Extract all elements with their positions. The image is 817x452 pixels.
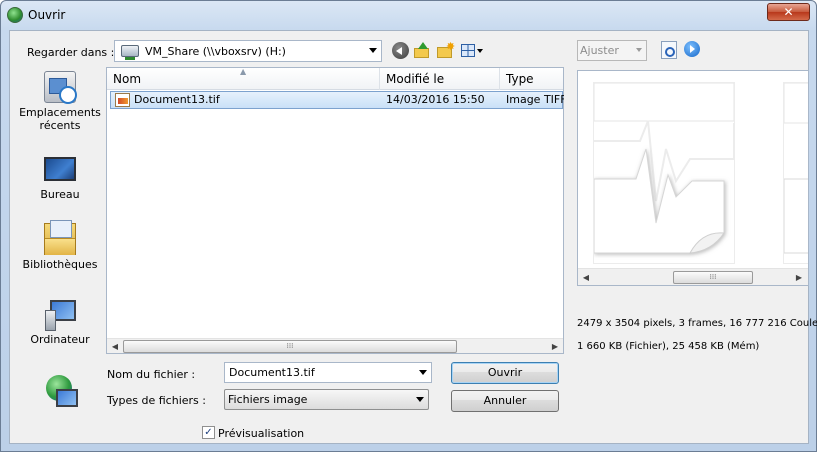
filename-field[interactable]: Document13.tif [224, 362, 432, 383]
chevron-down-icon[interactable] [419, 370, 427, 375]
column-name[interactable]: Nom [107, 68, 380, 90]
place-network[interactable] [14, 373, 106, 408]
scroll-thumb[interactable]: ⁞⁞⁞ [123, 340, 457, 353]
chevron-down-icon [416, 397, 424, 402]
filetype-select[interactable]: Fichiers image [224, 389, 429, 410]
window-title: Ouvrir [28, 8, 66, 22]
place-recent[interactable]: Emplacements récents [14, 71, 106, 132]
file-type: Image TIFF [506, 93, 564, 106]
file-list[interactable]: ▲ Nom Modifié le Type Document13.tif 14/… [106, 67, 564, 354]
zoom-value: Ajuster [580, 44, 619, 57]
desktop-icon [44, 157, 76, 181]
place-desktop[interactable]: Bureau [14, 153, 106, 201]
column-modified[interactable]: Modifié le [380, 68, 500, 90]
computer-icon [44, 298, 76, 331]
close-icon: ✕ [783, 5, 794, 19]
file-list-scrollbar[interactable]: ◀ ⁞⁞⁞ ▶ [107, 338, 563, 353]
lookin-label: Regarder dans : [27, 46, 115, 59]
cancel-button[interactable]: Annuler [451, 390, 559, 412]
play-icon[interactable] [684, 41, 700, 57]
open-dialog-window: Ouvrir ✕ Regarder dans : VM_Share (\\vbo… [0, 0, 817, 452]
preview-label: Prévisualisation [218, 427, 305, 440]
chevron-down-icon [636, 48, 642, 52]
scroll-right-icon[interactable]: ▶ [550, 341, 560, 352]
preview-scrollbar[interactable]: ◀ ⁞⁞⁞ ▶ [578, 268, 808, 285]
file-modified: 14/03/2016 15:50 [386, 93, 485, 106]
preview-checkbox[interactable]: ✓ [202, 426, 215, 439]
image-size-info: 1 660 KB (Fichier), 25 458 KB (Mém) [577, 341, 760, 352]
place-desktop-label: Bureau [40, 188, 80, 201]
lookin-value: VM_Share (\\vboxsrv) (H:) [145, 45, 286, 58]
network-drive-icon [121, 45, 139, 60]
filetype-value: Fichiers image [228, 393, 308, 406]
image-properties-icon[interactable] [661, 41, 677, 59]
lookin-combo[interactable]: VM_Share (\\vboxsrv) (H:) [114, 40, 382, 62]
place-libraries[interactable]: Bibliothèques [14, 220, 106, 271]
preview-scroll-thumb[interactable]: ⁞⁞⁞ [673, 271, 753, 284]
file-list-header: ▲ Nom Modifié le Type [107, 68, 563, 90]
close-button[interactable]: ✕ [767, 3, 810, 21]
scroll-left-icon[interactable]: ◀ [110, 341, 120, 352]
network-icon [44, 373, 78, 407]
open-button[interactable]: Ouvrir [451, 362, 559, 384]
scroll-right-icon[interactable]: ▶ [794, 272, 804, 283]
title-bar[interactable]: Ouvrir ✕ [1, 1, 816, 29]
page-curl-graphic [593, 82, 735, 254]
scroll-left-icon[interactable]: ◀ [581, 272, 591, 283]
chevron-down-icon [369, 48, 377, 53]
filename-value: Document13.tif [229, 366, 315, 379]
up-folder-icon[interactable] [414, 42, 431, 59]
new-folder-icon[interactable]: ✸ [437, 40, 455, 59]
image-preview: ◀ ⁞⁞⁞ ▶ [577, 70, 809, 286]
zoom-select: Ajuster [577, 40, 647, 61]
preview-page-thumbnail [593, 82, 735, 263]
back-icon[interactable] [392, 42, 409, 59]
table-row[interactable]: Document13.tif 14/03/2016 15:50 Image TI… [110, 91, 564, 109]
column-type[interactable]: Type [500, 68, 563, 90]
filetype-label: Types de fichiers : [107, 394, 206, 407]
place-recent-label: Emplacements récents [19, 106, 101, 132]
dialog-client-area: Regarder dans : VM_Share (\\vboxsrv) (H:… [9, 30, 817, 444]
file-name: Document13.tif [134, 93, 220, 106]
place-computer[interactable]: Ordinateur [14, 298, 106, 346]
place-computer-label: Ordinateur [30, 333, 90, 346]
filename-label: Nom du fichier : [107, 368, 196, 381]
tiff-file-icon [115, 93, 130, 107]
libraries-icon [44, 220, 76, 255]
app-globe-icon [7, 7, 23, 23]
page-edge-graphic [783, 82, 808, 254]
place-libraries-label: Bibliothèques [22, 258, 98, 271]
places-bar: Emplacements récents Bureau Bibliothèque… [14, 65, 106, 435]
recent-places-icon [44, 71, 77, 104]
view-menu-icon[interactable] [461, 42, 483, 59]
image-dimensions-info: 2479 x 3504 pixels, 3 frames, 16 777 216… [577, 318, 817, 329]
preview-next-page [783, 82, 808, 263]
